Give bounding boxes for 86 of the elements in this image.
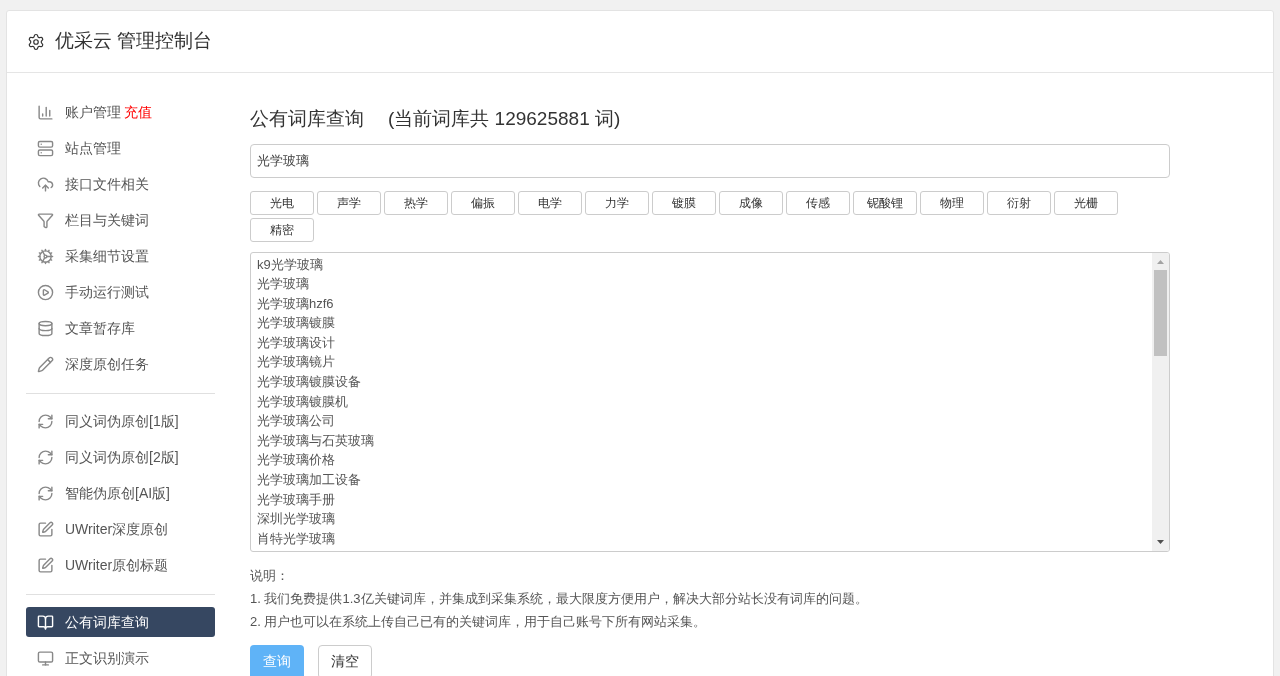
result-item[interactable]: 光学玻璃价格 bbox=[257, 450, 335, 471]
tag-button[interactable]: 精密 bbox=[250, 217, 314, 242]
sidebar-label: 公有词库查询 bbox=[65, 612, 149, 632]
gears-icon bbox=[37, 247, 54, 265]
sidebar-item[interactable]: 正文识别演示 bbox=[26, 643, 215, 673]
tag-button[interactable]: 光栅 bbox=[1054, 190, 1118, 215]
refresh-icon bbox=[37, 412, 54, 430]
result-item[interactable]: 光学玻璃镀膜设备 bbox=[257, 372, 361, 392]
result-item[interactable]: 光学玻璃hzf6 bbox=[257, 293, 334, 314]
play-icon bbox=[37, 283, 54, 301]
sidebar-label: 采集细节设置 bbox=[65, 246, 149, 266]
sidebar-label: 同义词伪原创[2版] bbox=[65, 447, 179, 467]
clear-button[interactable]: 清空 bbox=[318, 644, 372, 676]
tag-button[interactable]: 偏振 bbox=[451, 190, 515, 215]
sidebar-label: 深度原创任务 bbox=[65, 354, 149, 374]
sidebar-item[interactable]: 同义词伪原创[1版] bbox=[26, 406, 215, 436]
tag-button[interactable]: 镀膜 bbox=[652, 190, 716, 215]
result-item[interactable]: 光学玻璃与石英玻璃 bbox=[257, 430, 374, 451]
tag-button[interactable]: 成像 bbox=[719, 190, 783, 215]
refresh-icon bbox=[37, 484, 54, 502]
sidebar-item[interactable]: 同义词伪原创[2版] bbox=[26, 442, 215, 472]
sidebar-item[interactable]: 站点管理 bbox=[26, 133, 215, 163]
sidebar-item[interactable]: 深度原创任务 bbox=[26, 349, 215, 379]
sidebar-label: 栏目与关键词 bbox=[65, 210, 149, 230]
result-item[interactable]: 光学玻璃设计 bbox=[257, 332, 335, 353]
sidebar-item[interactable]: 文章暂存库 bbox=[26, 313, 215, 343]
filter-icon bbox=[37, 211, 54, 229]
search-field[interactable]: 光学玻璃 bbox=[250, 143, 1170, 178]
sidebar-item[interactable]: 账户管理 充值 bbox=[26, 97, 215, 127]
note-text: 2. 用户也可以在系统上传自己已有的关键词库，用于自己账号下所有网站采集。 bbox=[250, 612, 707, 631]
tag-button[interactable]: 物理 bbox=[920, 190, 984, 215]
sidebar-label: 手动运行测试 bbox=[65, 282, 149, 302]
result-item[interactable]: 深圳光学玻璃 bbox=[257, 509, 335, 529]
sidebar-item[interactable]: 智能伪原创[AI版] bbox=[26, 478, 215, 508]
tag-button[interactable]: 铌酸锂 bbox=[853, 190, 917, 215]
result-item[interactable]: 光学玻璃 bbox=[257, 274, 309, 294]
tag-button[interactable]: 声学 bbox=[317, 190, 381, 215]
database-icon bbox=[37, 319, 54, 337]
result-item[interactable]: 光学玻璃加工设备 bbox=[257, 470, 361, 490]
tag-button[interactable]: 电学 bbox=[518, 190, 582, 215]
refresh-icon bbox=[37, 448, 54, 466]
edit-icon bbox=[37, 520, 54, 538]
sidebar-label: 站点管理 bbox=[65, 138, 121, 158]
sidebar-label: UWriter原创标题 bbox=[65, 555, 169, 575]
result-item[interactable]: 光学玻璃镀膜 bbox=[257, 313, 335, 333]
sidebar-item[interactable]: 手动运行测试 bbox=[26, 277, 215, 307]
sidebar-label: 账户管理 bbox=[65, 102, 121, 122]
sidebar-item[interactable]: UWriter原创标题 bbox=[26, 550, 215, 580]
server-icon bbox=[37, 139, 54, 157]
sidebar-label: UWriter深度原创 bbox=[65, 519, 169, 539]
sidebar-item[interactable]: 接口文件相关 bbox=[26, 169, 215, 199]
sidebar-label: 同义词伪原创[1版] bbox=[65, 411, 179, 431]
word-count: (当前词库共 129625881 词) bbox=[388, 107, 621, 131]
sidebar-item[interactable]: 采集细节设置 bbox=[26, 241, 215, 271]
recharge-link[interactable]: 充值 bbox=[124, 101, 152, 123]
result-item[interactable]: 光学玻璃公司 bbox=[257, 411, 335, 431]
sidebar-label: 正文识别演示 bbox=[65, 648, 149, 668]
sidebar-label: 文章暂存库 bbox=[65, 318, 135, 338]
sidebar-item[interactable]: 公有词库查询 bbox=[26, 607, 215, 637]
tag-button[interactable]: 热学 bbox=[384, 190, 448, 215]
monitor-icon bbox=[37, 649, 54, 667]
result-item[interactable]: 肖特光学玻璃 bbox=[257, 528, 335, 549]
result-item[interactable]: 光学玻璃镜片 bbox=[257, 352, 335, 373]
tag-button[interactable]: 力学 bbox=[585, 190, 649, 215]
notes-title: 说明： bbox=[250, 566, 289, 585]
tag-button[interactable]: 光电 bbox=[250, 190, 314, 215]
book-icon bbox=[37, 613, 54, 631]
result-item[interactable]: 光学玻璃手册 bbox=[257, 489, 335, 510]
scrollbar[interactable] bbox=[1152, 252, 1169, 551]
sidebar-label: 接口文件相关 bbox=[65, 174, 149, 194]
tag-button[interactable]: 传感 bbox=[786, 190, 850, 215]
pencil-icon bbox=[37, 355, 54, 373]
cloud-upload-icon bbox=[37, 175, 54, 193]
results-list[interactable]: k9光学玻璃 光学玻璃 光学玻璃hzf6 光学玻璃镀膜 光学玻璃设计 光学玻璃镜片 光学玻璃镀膜设备 光学玻璃镀膜机 光学玻璃公司 光学玻璃与石英玻璃 光学玻璃价格 光学玻璃加工设备 光学玻璃手册 深圳光学玻璃 肖特光学玻璃 bbox=[250, 251, 1170, 552]
result-item[interactable]: k9光学玻璃 bbox=[257, 254, 323, 275]
sidebar-label: 智能伪原创[AI版] bbox=[65, 483, 170, 503]
console-title: 优采云 管理控制台 bbox=[55, 29, 213, 54]
page-title: 公有词库查询 bbox=[250, 107, 364, 131]
sidebar-item[interactable]: UWriter深度原创 bbox=[26, 514, 215, 544]
sidebar-item[interactable]: 栏目与关键词 bbox=[26, 205, 215, 235]
settings-icon bbox=[27, 32, 45, 51]
tag-button[interactable]: 衍射 bbox=[987, 190, 1051, 215]
edit-icon bbox=[37, 556, 54, 574]
bar-chart-icon bbox=[37, 103, 54, 121]
note-text: 1. 我们免费提供1.3亿关键词库，并集成到采集系统，最大限度方便用户，解决大部分站长没有词库的问题。 bbox=[250, 589, 868, 608]
result-item[interactable]: 光学玻璃镀膜机 bbox=[257, 391, 348, 412]
